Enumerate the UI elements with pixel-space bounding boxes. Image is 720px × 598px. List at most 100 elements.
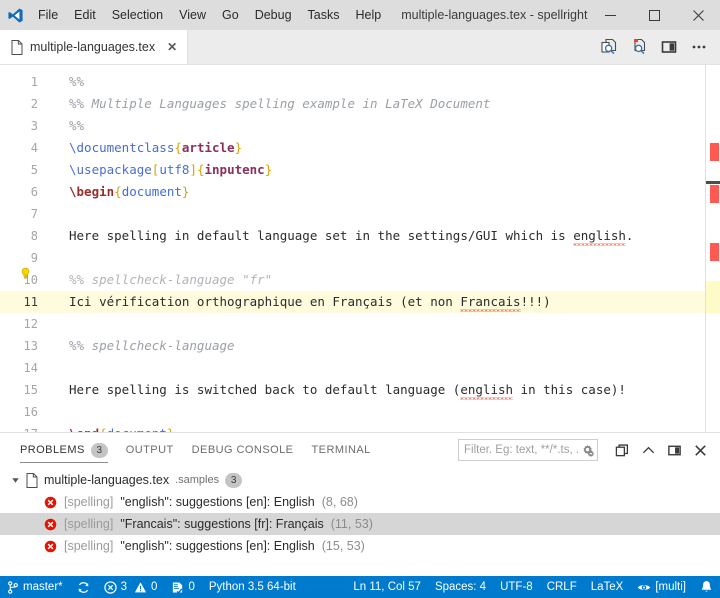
panel-tab-terminal[interactable]: Terminal <box>311 433 370 467</box>
editor-tab-bar: multiple-languages.tex ✕ <box>0 30 720 65</box>
code-token: { <box>174 140 182 155</box>
code-line[interactable]: 7 <box>0 203 720 225</box>
error-icon <box>44 518 57 531</box>
code-text[interactable]: %% spellcheck-language <box>50 335 235 357</box>
status-encoding[interactable]: UTF-8 <box>493 576 540 598</box>
split-editor-search-icon[interactable] <box>596 34 622 60</box>
code-line[interactable]: 6 \begin{document} <box>0 181 720 203</box>
status-branch[interactable]: master* <box>0 576 70 598</box>
menu-go[interactable]: Go <box>214 0 247 30</box>
code-line[interactable]: 11 Ici vérification orthographique en Fra… <box>0 291 720 313</box>
menu-selection[interactable]: Selection <box>104 0 171 30</box>
editor-tab-multiple-languages[interactable]: multiple-languages.tex ✕ <box>0 30 189 64</box>
menu-view[interactable]: View <box>171 0 214 30</box>
problems-filter[interactable] <box>458 439 598 461</box>
ruler-error-mark[interactable] <box>710 243 719 261</box>
filter-settings-icon[interactable] <box>580 443 595 458</box>
status-indentation[interactable]: Spaces: 4 <box>428 576 493 598</box>
code-line[interactable]: 3%% <box>0 115 720 137</box>
code-text[interactable]: \usepackage[utf8]{inputenc} <box>50 159 272 181</box>
line-number: 1 <box>30 75 38 89</box>
code-line[interactable]: 2 %% Multiple Languages spelling example … <box>0 93 720 115</box>
problem-row[interactable]: [spelling] "english": suggestions [en]: … <box>0 535 720 557</box>
line-number: 2 <box>30 97 38 111</box>
maximize-panel-icon[interactable] <box>662 438 686 462</box>
code-line[interactable]: 8 Here spelling in default language set i… <box>0 225 720 247</box>
ruler-highlight-mark[interactable] <box>706 281 720 313</box>
status-cursor-position[interactable]: Ln 11, Col 57 <box>346 576 428 598</box>
code-line[interactable]: 1%% <box>0 71 720 93</box>
code-text[interactable]: %% <box>50 71 84 93</box>
menu-bar: File Edit Selection View Go Debug Tasks … <box>30 0 389 30</box>
panel-tab-label: Debug Console <box>191 444 294 456</box>
menu-file[interactable]: File <box>30 0 66 30</box>
line-number: 15 <box>23 383 38 397</box>
code-line[interactable]: 17\end{document} <box>0 423 720 432</box>
status-errors-warnings[interactable]: 3 0 <box>97 576 165 598</box>
code-text[interactable]: Here spelling is switched back to defaul… <box>50 379 626 401</box>
line-number: 17 <box>0 423 50 432</box>
status-spellright[interactable]: [multi] <box>630 576 693 598</box>
maximize-button[interactable] <box>632 0 676 30</box>
status-sync[interactable] <box>70 576 97 598</box>
status-language-mode[interactable]: LaTeX <box>584 576 631 598</box>
code-line[interactable]: 16 <box>0 401 720 423</box>
minimize-button[interactable] <box>588 0 632 30</box>
code-line[interactable]: 12 <box>0 313 720 335</box>
panel-tab-output[interactable]: Output <box>126 433 174 467</box>
code-line[interactable]: 14 <box>0 357 720 379</box>
problems-file-group[interactable]: multiple-languages.tex .samples 3 <box>0 469 720 491</box>
menu-edit[interactable]: Edit <box>66 0 104 30</box>
status-cursor-label: Ln 11, Col 57 <box>353 581 421 593</box>
status-lint[interactable]: 0 <box>164 576 201 598</box>
code-line[interactable]: 13 %% spellcheck-language <box>0 335 720 357</box>
search-input[interactable] <box>464 444 580 456</box>
status-notifications[interactable] <box>693 576 720 598</box>
menu-help[interactable]: Help <box>348 0 390 30</box>
ruler-cursor-mark[interactable] <box>706 181 720 184</box>
menu-debug[interactable]: Debug <box>247 0 300 30</box>
problem-row[interactable]: [spelling] "english": suggestions [en]: … <box>0 491 720 513</box>
close-icon[interactable]: ✕ <box>167 41 177 53</box>
code-line[interactable]: 4 \documentclass{article} <box>0 137 720 159</box>
close-panel-icon[interactable] <box>688 438 712 462</box>
chevron-down-icon[interactable] <box>10 476 20 485</box>
code-text[interactable]: %% spellcheck-language "fr" <box>50 269 272 291</box>
line-number: 4 <box>30 141 38 155</box>
status-lint-count: 0 <box>188 581 195 593</box>
editor-area[interactable]: 1%% 2 %% Multiple Languages spelling examp… <box>0 65 720 432</box>
code-lines[interactable]: 1%% 2 %% Multiple Languages spelling examp… <box>0 65 720 432</box>
code-line[interactable]: 5 \usepackage[utf8]{inputenc} <box>0 159 720 181</box>
collapse-chevron-up-icon[interactable] <box>636 438 660 462</box>
code-text[interactable]: \end{document} <box>50 423 174 432</box>
new-window-icon[interactable] <box>610 438 634 462</box>
ruler-error-mark[interactable] <box>710 185 719 203</box>
problems-list[interactable]: multiple-languages.tex .samples 3 [spell… <box>0 467 720 576</box>
line-number: 5 <box>30 163 38 177</box>
split-editor-icon[interactable] <box>656 34 682 60</box>
code-line[interactable]: 10%% spellcheck-language "fr" <box>0 267 720 291</box>
menu-tasks[interactable]: Tasks <box>300 0 348 30</box>
panel-header: Problems 3 Output Debug Console Terminal <box>0 433 720 467</box>
code-text[interactable]: %% <box>50 115 84 137</box>
status-eol[interactable]: CRLF <box>540 576 584 598</box>
code-text[interactable]: Here spelling in default language set in… <box>50 225 633 247</box>
code-text[interactable]: \begin{document} <box>50 181 189 203</box>
problem-source: [spelling] <box>64 539 114 553</box>
code-text[interactable]: %% Multiple Languages spelling example i… <box>50 93 490 115</box>
quick-fix-lightbulb-icon[interactable] <box>19 265 32 279</box>
code-text[interactable]: Ici vérification orthographique en Franç… <box>50 291 551 313</box>
overview-ruler[interactable] <box>706 65 720 432</box>
panel-tab-debug-console[interactable]: Debug Console <box>192 433 294 467</box>
find-in-file-icon[interactable] <box>626 34 652 60</box>
code-line[interactable]: 15 Here spelling is switched back to defa… <box>0 379 720 401</box>
more-actions-icon[interactable] <box>686 34 712 60</box>
ruler-error-mark[interactable] <box>710 143 719 161</box>
code-text[interactable]: \documentclass{article} <box>50 137 242 159</box>
code-line[interactable]: 9 <box>0 247 720 269</box>
code-token: %% <box>69 118 85 133</box>
panel-tab-problems[interactable]: Problems 3 <box>20 433 108 467</box>
close-button[interactable] <box>676 0 720 30</box>
status-python-interpreter[interactable]: Python 3.5 64-bit <box>202 576 303 598</box>
problem-row[interactable]: [spelling] "Francais": suggestions [fr]:… <box>0 513 720 535</box>
